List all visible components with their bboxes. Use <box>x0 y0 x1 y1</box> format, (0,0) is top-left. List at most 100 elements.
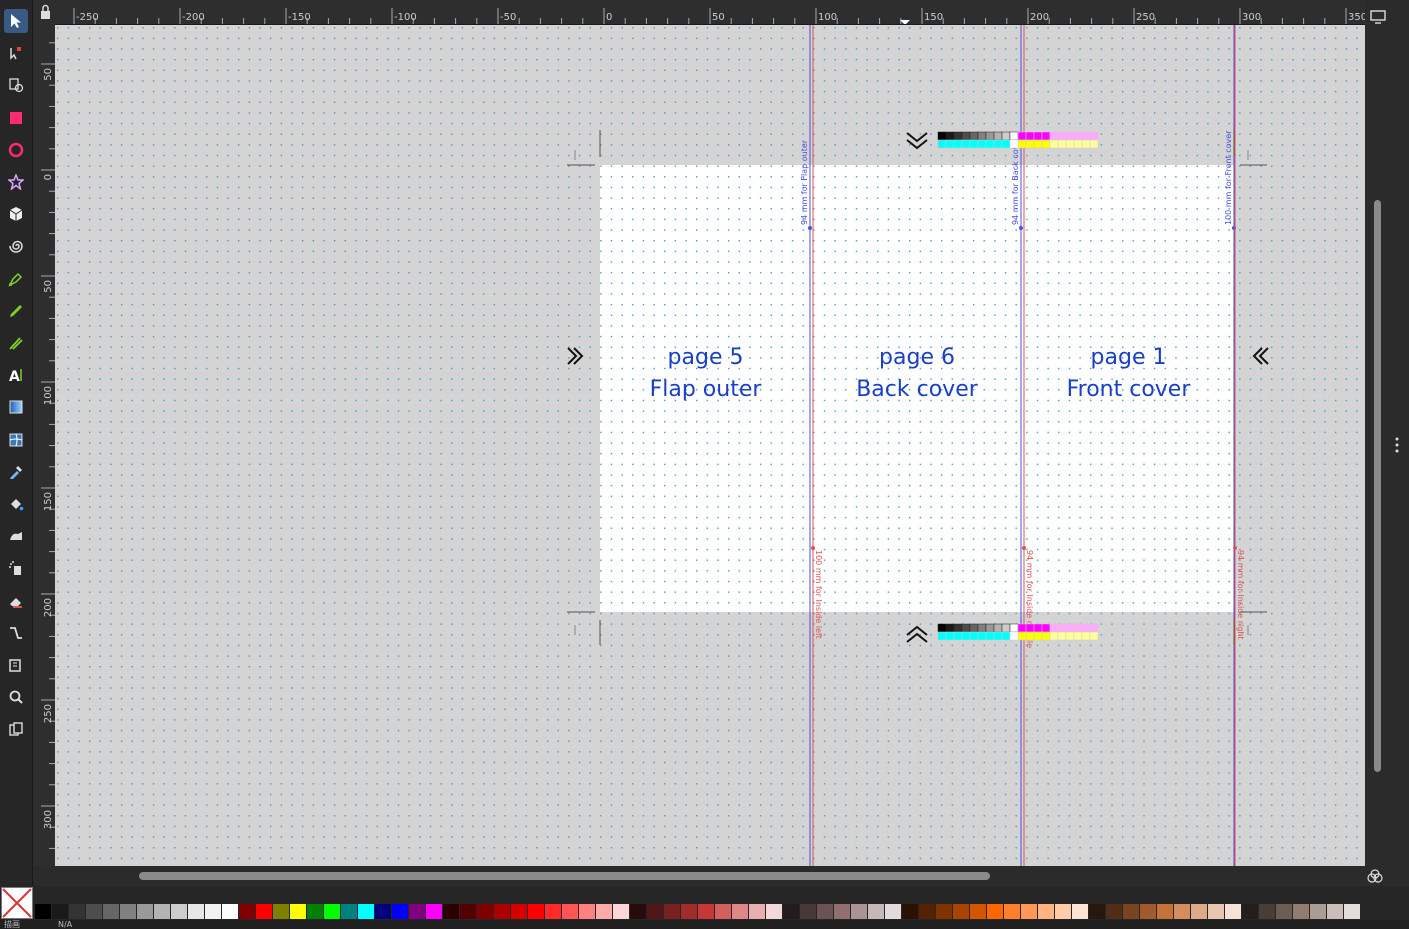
color-swatch[interactable] <box>987 904 1003 919</box>
color-swatch[interactable] <box>392 904 408 919</box>
color-swatch[interactable] <box>443 904 459 919</box>
gradient-tool-button[interactable] <box>4 395 28 419</box>
mesh-tool-button[interactable] <box>4 428 28 452</box>
color-swatch[interactable] <box>273 904 289 919</box>
color-swatch[interactable] <box>35 904 51 919</box>
dropper-tool-button[interactable] <box>4 460 28 484</box>
color-swatch[interactable] <box>1242 904 1258 919</box>
color-swatch[interactable] <box>154 904 170 919</box>
color-swatch[interactable] <box>868 904 884 919</box>
color-swatch[interactable] <box>324 904 340 919</box>
color-swatch[interactable] <box>936 904 952 919</box>
text-tool-button[interactable]: A <box>4 363 28 387</box>
color-swatch[interactable] <box>817 904 833 919</box>
color-swatch[interactable] <box>52 904 68 919</box>
color-swatch[interactable] <box>171 904 187 919</box>
color-swatch[interactable] <box>239 904 255 919</box>
color-swatch[interactable] <box>902 904 918 919</box>
color-swatch[interactable] <box>851 904 867 919</box>
color-swatch[interactable] <box>290 904 306 919</box>
connector-tool-button[interactable] <box>4 621 28 645</box>
pages-tool-button[interactable] <box>4 73 28 97</box>
color-swatch[interactable] <box>69 904 85 919</box>
color-swatch[interactable] <box>545 904 561 919</box>
color-swatch[interactable] <box>715 904 731 919</box>
color-swatch[interactable] <box>783 904 799 919</box>
color-swatch[interactable] <box>103 904 119 919</box>
color-swatch[interactable] <box>307 904 323 919</box>
color-swatch[interactable] <box>1089 904 1105 919</box>
color-swatch[interactable] <box>460 904 476 919</box>
color-swatch[interactable] <box>970 904 986 919</box>
measure-tool-button[interactable] <box>4 653 28 677</box>
color-swatch[interactable] <box>1004 904 1020 919</box>
tweak-tool-button[interactable] <box>4 524 28 548</box>
no-paint-swatch[interactable] <box>1 887 33 919</box>
color-swatch[interactable] <box>766 904 782 919</box>
color-swatch[interactable] <box>1276 904 1292 919</box>
pencil-tool-button[interactable] <box>4 299 28 323</box>
color-swatch[interactable] <box>1191 904 1207 919</box>
vertical-scrollbar[interactable] <box>1374 200 1381 772</box>
color-swatch[interactable] <box>953 904 969 919</box>
color-swatch[interactable] <box>1021 904 1037 919</box>
color-swatch[interactable] <box>1072 904 1088 919</box>
lock-guides-icon[interactable] <box>33 0 55 24</box>
node-tool-button[interactable] <box>4 41 28 65</box>
ellipse-tool-button[interactable] <box>4 138 28 162</box>
color-swatch[interactable] <box>681 904 697 919</box>
horizontal-scrollbar[interactable] <box>139 872 990 880</box>
rectangle-tool-button[interactable] <box>4 106 28 130</box>
color-swatch[interactable] <box>1140 904 1156 919</box>
color-swatch[interactable] <box>664 904 680 919</box>
color-swatch[interactable] <box>1038 904 1054 919</box>
color-swatch[interactable] <box>613 904 629 919</box>
color-swatch[interactable] <box>562 904 578 919</box>
color-swatch[interactable] <box>256 904 272 919</box>
selector-button[interactable] <box>4 9 28 33</box>
color-swatch[interactable] <box>834 904 850 919</box>
color-swatch[interactable] <box>919 904 935 919</box>
paint-bucket-button[interactable] <box>4 492 28 516</box>
color-swatch[interactable] <box>494 904 510 919</box>
color-swatch[interactable] <box>1123 904 1139 919</box>
color-swatch[interactable] <box>732 904 748 919</box>
color-swatch[interactable] <box>1225 904 1241 919</box>
color-swatch[interactable] <box>579 904 595 919</box>
color-swatch[interactable] <box>1055 904 1071 919</box>
color-swatch[interactable] <box>188 904 204 919</box>
color-swatch[interactable] <box>698 904 714 919</box>
spray-tool-button[interactable] <box>4 556 28 580</box>
calligraphy-tool-button[interactable] <box>4 331 28 355</box>
spiral-tool-button[interactable] <box>4 234 28 258</box>
color-swatch[interactable] <box>222 904 238 919</box>
color-swatch[interactable] <box>120 904 136 919</box>
color-swatch[interactable] <box>375 904 391 919</box>
color-swatch[interactable] <box>885 904 901 919</box>
color-swatch[interactable] <box>409 904 425 919</box>
color-swatch[interactable] <box>647 904 663 919</box>
color-swatch[interactable] <box>596 904 612 919</box>
color-swatch[interactable] <box>137 904 153 919</box>
color-swatch[interactable] <box>477 904 493 919</box>
color-swatch[interactable] <box>528 904 544 919</box>
color-swatch[interactable] <box>358 904 374 919</box>
color-swatch[interactable] <box>86 904 102 919</box>
zoom-tool-button[interactable] <box>4 685 28 709</box>
canvas[interactable]: 94 mm for Flap outer 94 mm for Back cover… <box>55 25 1365 866</box>
color-swatch[interactable] <box>1174 904 1190 919</box>
eraser-tool-button[interactable] <box>4 589 28 613</box>
color-swatch[interactable] <box>1259 904 1275 919</box>
color-swatch[interactable] <box>630 904 646 919</box>
color-management-icon[interactable] <box>1365 866 1409 886</box>
color-swatch[interactable] <box>749 904 765 919</box>
color-swatch[interactable] <box>426 904 442 919</box>
color-swatch[interactable] <box>1157 904 1173 919</box>
color-swatch[interactable] <box>1208 904 1224 919</box>
color-swatch[interactable] <box>1310 904 1326 919</box>
color-swatch[interactable] <box>205 904 221 919</box>
color-swatch[interactable] <box>511 904 527 919</box>
clone-pages-button[interactable] <box>4 717 28 741</box>
box3d-tool-button[interactable] <box>4 202 28 226</box>
star-tool-button[interactable] <box>4 170 28 194</box>
